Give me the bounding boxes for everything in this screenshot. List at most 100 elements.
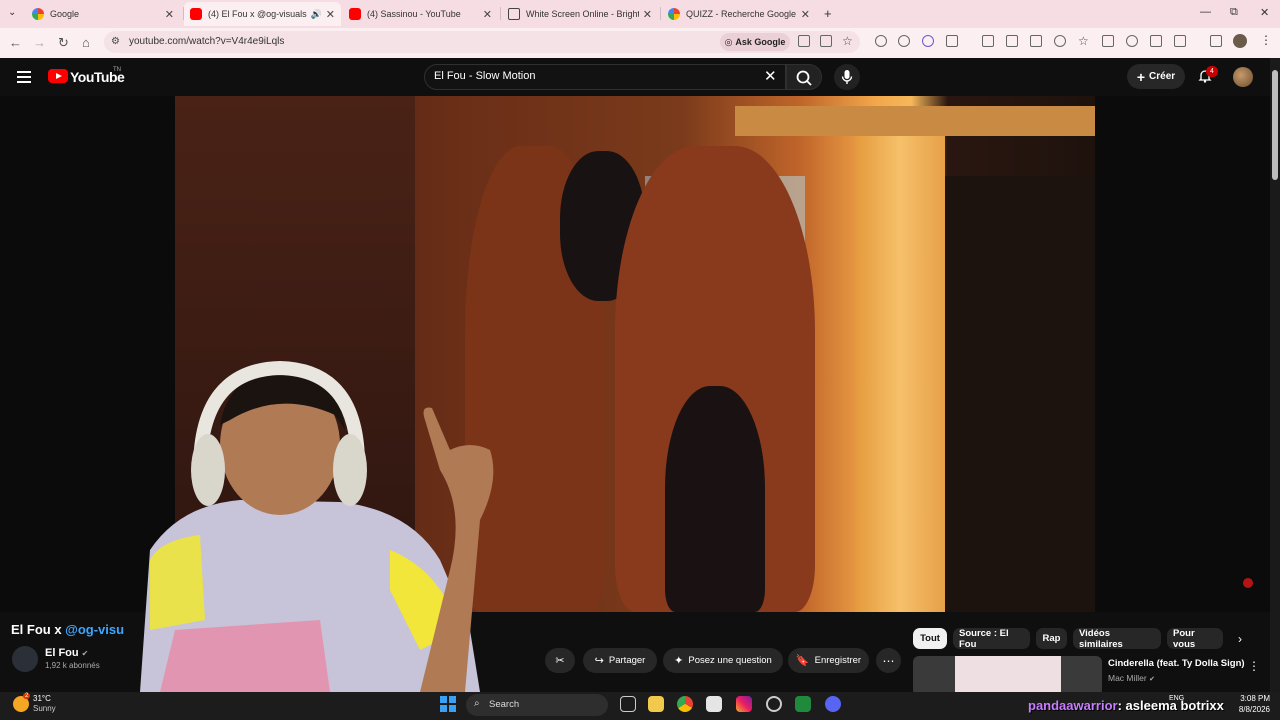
share-label: Partager (608, 655, 646, 666)
tab-quizz[interactable]: QUIZZ - Recherche Google ✕ (662, 2, 816, 26)
task-view-icon[interactable] (620, 696, 636, 712)
tab-white-screen[interactable]: White Screen Online - Bright W ✕ (502, 2, 658, 26)
chip-rap[interactable]: Rap (1036, 628, 1067, 649)
windows-start-icon[interactable] (440, 696, 456, 712)
video-frame-person (665, 386, 765, 612)
app-icon[interactable] (766, 696, 782, 712)
chip-source[interactable]: Source : El Fou (953, 628, 1030, 650)
channel-name[interactable]: El Fou ✔ (45, 647, 88, 659)
channel-avatar[interactable] (12, 646, 38, 672)
video-title-mention-link[interactable]: @og-visu (65, 622, 124, 637)
close-icon[interactable]: ✕ (643, 8, 652, 21)
reload-icon[interactable]: ↻ (58, 35, 69, 51)
store-icon[interactable] (706, 696, 722, 712)
tab-sassinou[interactable]: (4) Sassinou - YouTube ✕ (343, 2, 498, 26)
kebab-menu-icon[interactable]: ⋮ (1248, 659, 1260, 673)
close-icon[interactable]: ✕ (326, 8, 335, 21)
extension-icon[interactable] (875, 35, 887, 47)
translate-icon[interactable] (798, 35, 810, 47)
close-window-button[interactable]: ✕ (1260, 6, 1269, 19)
clip-button[interactable]: ✂ (545, 648, 575, 673)
reading-list-icon[interactable] (1102, 35, 1114, 47)
stream-chat-overlay: pandaawarrior: asleema botrixx (1028, 698, 1224, 713)
card-icon[interactable] (1030, 35, 1042, 47)
chip-all[interactable]: Tout (913, 628, 947, 649)
weather-condition[interactable]: Sunny (33, 704, 56, 713)
plus-icon: + (1136, 68, 1146, 85)
trash-icon[interactable] (1150, 35, 1162, 47)
chip-similar[interactable]: Vidéos similaires (1073, 628, 1161, 650)
forward-icon[interactable]: → (33, 35, 46, 50)
tab-search-menu[interactable]: ⌄ (8, 7, 16, 18)
tab-title: QUIZZ - Recherche Google (686, 9, 797, 19)
chrome-icon[interactable] (677, 696, 693, 712)
puzzle-icon[interactable] (946, 35, 958, 47)
back-icon[interactable]: ← (9, 35, 22, 50)
thumbnail-artwork (955, 656, 1061, 696)
close-icon[interactable]: ✕ (165, 8, 174, 21)
clock-time[interactable]: 3:08 PM (1230, 694, 1270, 703)
share-button[interactable]: ↪ Partager (583, 648, 657, 673)
close-icon[interactable]: ✕ (801, 8, 810, 21)
extension-icon[interactable] (922, 35, 934, 47)
clock-date[interactable]: 8/8/2026 (1230, 705, 1270, 714)
video-player[interactable] (175, 96, 1095, 612)
more-actions-button[interactable]: ⋯ (876, 648, 901, 673)
recommendation-title[interactable]: Cinderella (feat. Ty Dolla Sign) (1108, 658, 1245, 669)
hamburger-menu-icon[interactable] (17, 71, 31, 86)
close-icon[interactable]: ✕ (483, 8, 492, 21)
webcam-shirt-pink (160, 620, 330, 692)
bookmark-star-icon[interactable]: ☆ (842, 34, 853, 48)
tab-google[interactable]: Google ✕ (26, 2, 180, 26)
profile-avatar-icon[interactable] (1233, 34, 1247, 48)
tab-el-fou[interactable]: (4) El Fou x @og-visuals - E 🔊 ✕ (184, 2, 341, 26)
chevron-right-icon[interactable]: › (1238, 632, 1242, 646)
history-icon[interactable] (1126, 35, 1138, 47)
discord-icon[interactable] (825, 696, 841, 712)
weather-temperature[interactable]: 31°C (33, 694, 51, 703)
voice-search-button[interactable] (834, 64, 860, 90)
video-frame-door (855, 136, 945, 612)
minimize-button[interactable]: — (1200, 6, 1211, 18)
search-button[interactable] (786, 64, 822, 90)
sidebar-icon[interactable] (1174, 35, 1186, 47)
extension-icon[interactable] (898, 35, 910, 47)
overlay-username-1: pandaawarrior (1028, 698, 1118, 713)
media-icon[interactable] (1210, 35, 1222, 47)
verified-icon: ✔ (1149, 676, 1155, 683)
scrollbar-thumb[interactable] (1272, 70, 1278, 180)
video-frame-shadow (945, 176, 1095, 612)
notification-count-badge: 4 (1206, 66, 1218, 77)
site-info-icon[interactable]: ⚙ (111, 36, 120, 47)
instagram-icon[interactable] (736, 696, 752, 712)
search-query[interactable]: El Fou - Slow Motion (434, 70, 535, 82)
key-icon[interactable] (1006, 35, 1018, 47)
bookmarks-star-icon[interactable]: ☆ (1078, 34, 1089, 48)
url-text[interactable]: youtube.com/watch?v=V4r4e9iLqls (129, 36, 284, 47)
account-avatar[interactable] (1233, 67, 1253, 87)
save-button[interactable]: 🔖 Enregistrer (788, 648, 869, 673)
recommendation-thumbnail[interactable] (913, 656, 1102, 696)
kebab-menu-icon[interactable]: ⋮ (1260, 33, 1272, 47)
extension-icon[interactable] (982, 35, 994, 47)
recommendation-channel[interactable]: Mac Miller ✔ (1108, 673, 1155, 683)
youtube-logo-icon[interactable] (48, 69, 68, 83)
media-player-icon[interactable] (795, 696, 811, 712)
create-button[interactable]: + Créer (1127, 64, 1185, 89)
file-explorer-icon[interactable] (648, 696, 664, 712)
share-icon: ↪ (594, 655, 604, 667)
home-icon[interactable]: ⌂ (82, 35, 90, 50)
chip-for-you[interactable]: Pour vous (1167, 628, 1223, 650)
new-tab-button[interactable]: + (824, 6, 832, 21)
ask-question-button[interactable]: ✦ Posez une question (663, 648, 783, 673)
location-icon[interactable] (1054, 35, 1066, 47)
speaker-icon[interactable]: 🔊 (311, 9, 322, 20)
install-icon[interactable] (820, 35, 832, 47)
restore-button[interactable]: ⧉ (1230, 6, 1238, 19)
taskbar-search[interactable]: ⌕ (466, 694, 608, 716)
ask-google-label: Ask Google (735, 37, 786, 47)
ask-google-button[interactable]: ◎ Ask Google (720, 33, 790, 51)
clear-search-icon[interactable]: ✕ (764, 67, 777, 85)
monitor-icon (508, 8, 520, 20)
bookmark-icon: 🔖 (795, 655, 810, 667)
